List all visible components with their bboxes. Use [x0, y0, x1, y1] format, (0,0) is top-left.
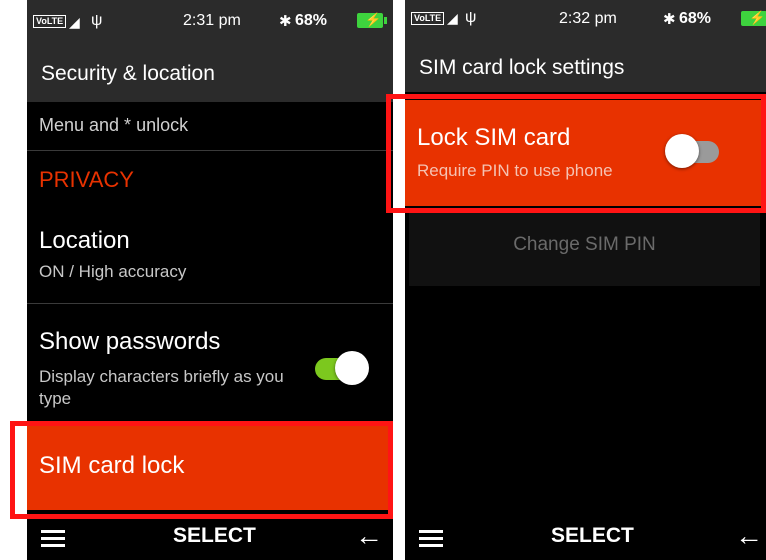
status-bar: VoLTE ◢ ψ 2:32 pm ✱ 68% ⚡ [405, 0, 766, 46]
toggle-knob [335, 351, 369, 385]
signal-icon: ◢ [447, 10, 458, 26]
volte-badge: VoLTE [411, 12, 445, 25]
show-passwords-toggle[interactable] [315, 351, 369, 385]
show-passwords-item[interactable]: Show passwords Display characters briefl… [27, 304, 393, 422]
battery-icon: ⚡ [357, 12, 387, 28]
highlight-annotation-sim-lock [10, 421, 393, 519]
battery-icon: ⚡ [741, 10, 766, 26]
privacy-section-header: PRIVACY [27, 151, 393, 205]
menu-unlock-item[interactable]: Menu and * unlock [27, 102, 393, 150]
menu-icon[interactable] [419, 530, 443, 548]
page-title: SIM card lock settings [419, 56, 625, 79]
battery-level: 68% [295, 12, 328, 29]
softkey-bar: SELECT ← [405, 518, 766, 560]
bluetooth-icon: ✱ [663, 11, 676, 28]
sim-lock-settings-screen: VoLTE ◢ ψ 2:32 pm ✱ 68% ⚡ SIM card lock … [405, 0, 766, 560]
softkey-bar: SELECT ← [27, 518, 393, 560]
change-sim-pin-item[interactable]: Change SIM PIN [409, 212, 760, 286]
clock: 2:31 pm [183, 12, 241, 29]
back-arrow-icon[interactable]: ← [735, 520, 763, 552]
signal-icon: ◢ [69, 14, 80, 30]
clock: 2:32 pm [559, 10, 617, 27]
usb-icon: ψ [91, 12, 103, 29]
volte-badge: VoLTE [33, 15, 67, 28]
menu-icon[interactable] [41, 530, 65, 548]
status-bar: VoLTE ◢ ψ 2:31 pm ✱ 68% ⚡ [27, 0, 393, 52]
back-arrow-icon[interactable]: ← [355, 520, 383, 552]
show-passwords-subtitle: Display characters briefly as you type [39, 367, 284, 408]
location-subtitle: ON / High accuracy [39, 262, 187, 281]
page-title-bar: SIM card lock settings [405, 46, 766, 92]
location-title: Location [39, 227, 130, 254]
page-title-bar: Security & location [27, 52, 393, 102]
highlight-annotation-lock-sim [386, 94, 766, 213]
menu-unlock-label: Menu and * unlock [39, 115, 189, 135]
change-sim-pin-label: Change SIM PIN [513, 234, 656, 255]
page-title: Security & location [41, 62, 215, 85]
show-passwords-title: Show passwords [39, 328, 221, 355]
battery-level: 68% [679, 10, 712, 27]
privacy-header-label: PRIVACY [39, 167, 134, 192]
select-softkey[interactable]: SELECT [173, 524, 256, 548]
bluetooth-icon: ✱ [279, 13, 292, 30]
usb-icon: ψ [465, 9, 477, 26]
select-softkey[interactable]: SELECT [551, 524, 634, 548]
location-item[interactable]: Location ON / High accuracy [27, 205, 393, 303]
